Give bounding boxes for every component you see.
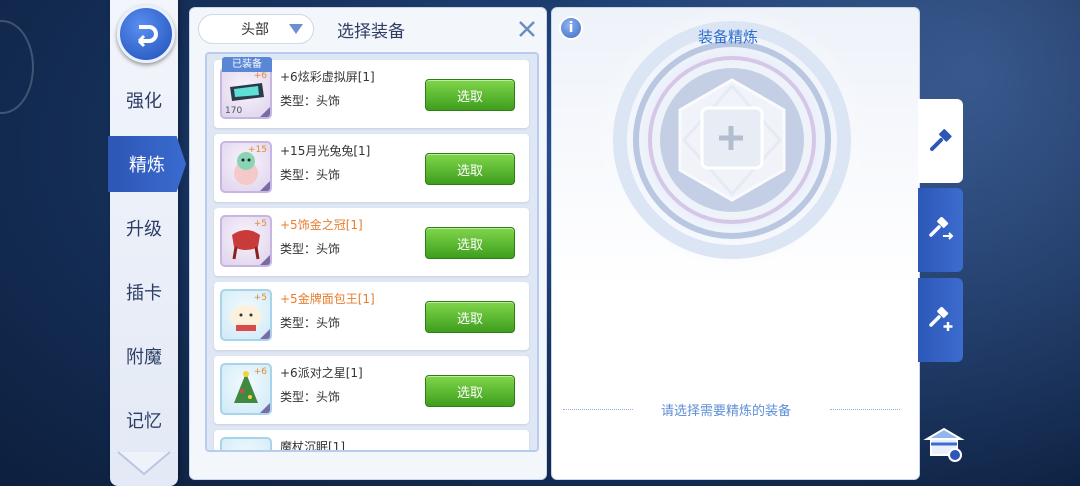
refine-level: +5 <box>253 293 267 303</box>
item-type: 类型：头饰 <box>280 168 341 182</box>
list-item[interactable]: +5 +5饰金之冠[1] 类型：头饰 选取 <box>214 208 529 276</box>
item-corner-mark <box>260 255 270 265</box>
item-type: 类型：头饰 <box>280 390 341 404</box>
nav-item-label: 强化 <box>126 91 162 112</box>
refine-level: +6 <box>253 367 267 377</box>
item-count: 170 <box>225 106 243 116</box>
nav-item-label: 记忆 <box>126 411 162 432</box>
tab-refine-plus[interactable] <box>918 278 963 362</box>
nav-item-strengthen[interactable]: 强化 <box>110 72 178 128</box>
item-thumbnail: +6 <box>220 363 272 415</box>
item-name: +5饰金之冠[1] <box>280 218 363 232</box>
nav-item-label: 精炼 <box>129 155 165 176</box>
slot-filter-dropdown[interactable]: 头部 <box>198 14 314 44</box>
item-type: 类型：头饰 <box>280 94 341 108</box>
refine-level: +6 <box>253 71 267 81</box>
nav-item-upgrade[interactable]: 升级 <box>110 200 178 256</box>
select-button[interactable]: 选取 <box>425 227 515 259</box>
list-item[interactable]: +6 +6派对之星[1] 类型：头饰 选取 <box>214 356 529 424</box>
scroll-down-icon[interactable] <box>114 446 174 480</box>
item-name: +15月光兔兔[1] <box>280 144 371 158</box>
refine-level: +5 <box>253 219 267 229</box>
equipped-badge: 已装备 <box>222 57 272 72</box>
item-corner-mark <box>260 181 270 191</box>
hint-divider-right <box>830 409 900 410</box>
slot-filter-value: 头部 <box>241 22 269 38</box>
refine-title: 装备精炼 <box>698 28 759 46</box>
item-corner-mark <box>260 403 270 413</box>
nav-item-enchant[interactable]: 附魔 <box>110 328 178 384</box>
list-item[interactable]: +5 +5金牌面包王[1] 类型：头饰 选取 <box>214 282 529 350</box>
select-button[interactable]: 选取 <box>425 79 515 111</box>
item-corner-mark <box>260 107 270 117</box>
item-thumbnail <box>220 437 272 450</box>
select-hint: 请选择需要精炼的装备 <box>661 404 792 419</box>
item-name: +6炫彩虚拟屏[1] <box>280 70 375 84</box>
close-icon[interactable] <box>518 20 536 38</box>
item-thumbnail: +5 <box>220 215 272 267</box>
item-type: 类型：头饰 <box>280 316 341 330</box>
refine-shop-icon[interactable] <box>923 423 965 465</box>
nav-item-label: 升级 <box>126 219 162 240</box>
select-button[interactable]: 选取 <box>425 153 515 185</box>
item-thumbnail: +6 170 <box>220 67 272 119</box>
info-icon[interactable]: i <box>559 16 583 40</box>
back-button[interactable] <box>117 5 175 63</box>
item-name: +5金牌面包王[1] <box>280 292 375 306</box>
tab-refine-hammer[interactable] <box>918 99 963 183</box>
hammer-swap-icon <box>928 217 953 240</box>
nav-item-label: 插卡 <box>126 283 162 304</box>
select-button[interactable]: 选取 <box>425 375 515 407</box>
dropdown-arrow-icon <box>289 24 303 34</box>
nav-item-memory[interactable]: 记忆 <box>110 392 178 448</box>
hammer-plus-icon <box>928 307 952 331</box>
nav-item-label: 附魔 <box>126 347 162 368</box>
back-icon <box>137 25 158 48</box>
hammer-icon <box>929 129 952 151</box>
hint-divider-left <box>563 409 633 410</box>
nav-item-refine[interactable]: 精炼 <box>108 136 186 192</box>
item-name: +6派对之星[1] <box>280 366 363 380</box>
nav-item-card[interactable]: 插卡 <box>110 264 178 320</box>
select-button[interactable]: 选取 <box>425 301 515 333</box>
item-thumbnail: +5 <box>220 289 272 341</box>
panel-title: 选择装备 <box>337 22 405 42</box>
item-type: 类型：头饰 <box>280 242 341 256</box>
equipment-list[interactable]: +6 170 +6炫彩虚拟屏[1] 类型：头饰 选取 +15 +15月光兔兔[1… <box>205 52 539 452</box>
tab-refine-transfer[interactable] <box>918 188 963 272</box>
refine-level: +15 <box>248 145 267 155</box>
list-item[interactable]: 魔杖沉眠[1] <box>214 430 529 452</box>
item-corner-mark <box>260 329 270 339</box>
list-item[interactable]: +15 +15月光兔兔[1] 类型：头饰 选取 <box>214 134 529 202</box>
item-name: 魔杖沉眠[1] <box>280 440 345 452</box>
item-thumbnail: +15 <box>220 141 272 193</box>
plus-icon[interactable] <box>716 123 746 153</box>
